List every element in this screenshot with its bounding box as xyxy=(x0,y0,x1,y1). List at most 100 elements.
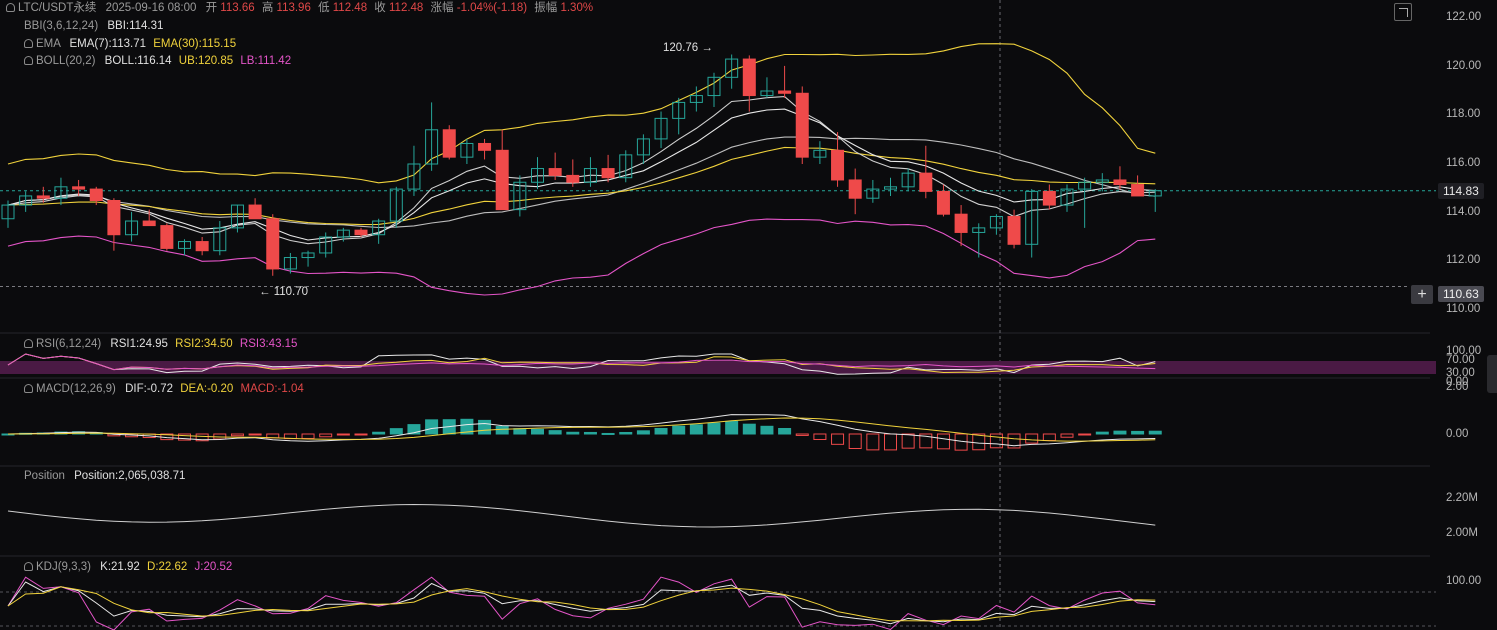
price-axis-tick: 110.00 xyxy=(1446,303,1481,315)
candle-body xyxy=(936,190,950,215)
ema30-value: EMA(30):115.15 xyxy=(153,38,237,50)
macd-bar xyxy=(1060,433,1074,438)
rsi3-value: RSI3:43.15 xyxy=(239,338,298,350)
rsi-legend: RSI(6,12,24) RSI1:24.95 RSI2:34.50 RSI3:… xyxy=(24,337,297,351)
open-label: 开 xyxy=(205,2,218,14)
macd-bar xyxy=(478,419,492,435)
position-axis-tick: 2.20M xyxy=(1446,492,1478,504)
j-value: J:20.52 xyxy=(194,561,233,573)
candle-body xyxy=(442,129,456,158)
candle-body xyxy=(831,149,845,181)
k-value: K:21.92 xyxy=(100,561,140,573)
macd-bar xyxy=(672,425,686,435)
boll-name: BOLL(20,2) xyxy=(36,55,96,67)
candle-body xyxy=(495,149,509,211)
candle-body xyxy=(107,200,121,236)
price-axis-tick: 122.00 xyxy=(1446,11,1482,23)
header-bar: LTC/USDT永续 2025-09-16 08:00 开 113.66 高 1… xyxy=(6,1,593,15)
candle-body xyxy=(89,188,103,201)
macd-bar xyxy=(319,433,333,438)
macd-bar xyxy=(778,427,792,435)
candle-body xyxy=(1007,215,1021,245)
macd-bar xyxy=(707,422,721,435)
bell-icon[interactable] xyxy=(24,562,33,571)
macd-bar xyxy=(389,428,403,435)
high-marker: 120.76 → xyxy=(663,41,713,55)
boll-mid-value: BOLL:116.14 xyxy=(104,55,172,67)
boll-legend: BOLL(20,2) BOLL:116.14 UB:120.85 LB:111.… xyxy=(24,54,291,68)
macd-bar xyxy=(230,433,244,437)
bbi-value: BBI:114.31 xyxy=(107,20,164,32)
macd-bar xyxy=(742,423,756,435)
macd-bar xyxy=(583,431,597,435)
candle-body xyxy=(848,179,862,199)
candle-body xyxy=(601,168,615,179)
macd-bar xyxy=(848,433,862,450)
amp-label: 振幅 xyxy=(534,2,558,14)
macd-bar xyxy=(901,433,915,449)
candle-body xyxy=(548,168,562,176)
macd-bar xyxy=(813,433,827,440)
macd-bar xyxy=(1095,431,1109,435)
boll-lb-value: LB:111.42 xyxy=(240,55,292,67)
macd-bar xyxy=(1025,433,1039,444)
low-marker-arrow: ← xyxy=(259,286,271,298)
macd-legend: MACD(12,26,9) DIF:-0.72 DEA:-0.20 MACD:-… xyxy=(24,382,304,396)
symbol-name: LTC/USDT永续 xyxy=(18,2,97,14)
bell-icon[interactable] xyxy=(24,39,33,48)
price-axis-tick: 120.00 xyxy=(1446,60,1482,72)
plus-icon[interactable]: + xyxy=(1411,285,1433,304)
macd-bar xyxy=(336,433,350,436)
candle-body xyxy=(566,174,580,183)
ema7-value: EMA(7):113.71 xyxy=(69,38,147,50)
high-marker-arrow: → xyxy=(701,42,713,54)
candle-body xyxy=(478,142,492,151)
bbi-line xyxy=(7,108,1156,241)
boll-ub-value: UB:120.85 xyxy=(178,55,234,67)
panel-resize-handle[interactable] xyxy=(1487,355,1497,393)
expand-icon[interactable] xyxy=(1394,3,1412,21)
macd-bar xyxy=(372,431,386,435)
macd-bar xyxy=(619,431,633,435)
macd-bar xyxy=(513,428,527,435)
dif-line xyxy=(7,414,1156,447)
macd-bar xyxy=(531,428,544,435)
candle-body xyxy=(248,204,262,220)
macd-bar xyxy=(1148,430,1162,435)
boll-lower-line xyxy=(7,218,1156,296)
price-chart[interactable] xyxy=(0,0,1497,630)
bell-icon[interactable] xyxy=(24,339,33,348)
candle-body xyxy=(36,195,50,199)
candle-body xyxy=(954,213,968,233)
candle-body xyxy=(1131,184,1145,197)
position-name: Position xyxy=(24,470,65,482)
bell-icon[interactable] xyxy=(24,56,33,65)
macd-axis-tick: 2.00 xyxy=(1446,381,1469,393)
macd-bar xyxy=(548,430,562,435)
high-marker-value: 120.76 xyxy=(663,42,699,54)
rsi1-value: RSI1:24.95 xyxy=(110,338,168,350)
candle-body xyxy=(919,172,933,192)
candle-body xyxy=(195,241,209,252)
dea-value: DEA:-0.20 xyxy=(180,383,234,395)
macd-bar xyxy=(1113,430,1127,435)
low-label: 低 xyxy=(318,2,330,14)
position-axis-tick: 2.00M xyxy=(1446,527,1478,539)
macd-axis-tick: 0.00 xyxy=(1446,428,1469,440)
candle-body xyxy=(160,225,174,249)
macd-bar xyxy=(1042,433,1056,442)
bbi-legend: BBI(3,6,12,24) BBI:114.31 xyxy=(24,19,163,33)
macd-bar xyxy=(354,433,368,436)
bell-icon[interactable] xyxy=(6,3,15,12)
high-value: 113.96 xyxy=(276,2,311,14)
current-price-tag: 114.83 xyxy=(1438,183,1484,199)
macd-bar xyxy=(689,424,703,435)
macd-bar xyxy=(1078,433,1092,436)
macd-bar xyxy=(654,427,668,435)
macd-value: MACD:-1.04 xyxy=(240,383,304,395)
macd-bar xyxy=(831,433,845,445)
open-value: 113.66 xyxy=(220,2,255,14)
macd-name: MACD(12,26,9) xyxy=(36,383,116,395)
macd-bar xyxy=(989,433,1003,449)
bell-icon[interactable] xyxy=(24,384,33,393)
